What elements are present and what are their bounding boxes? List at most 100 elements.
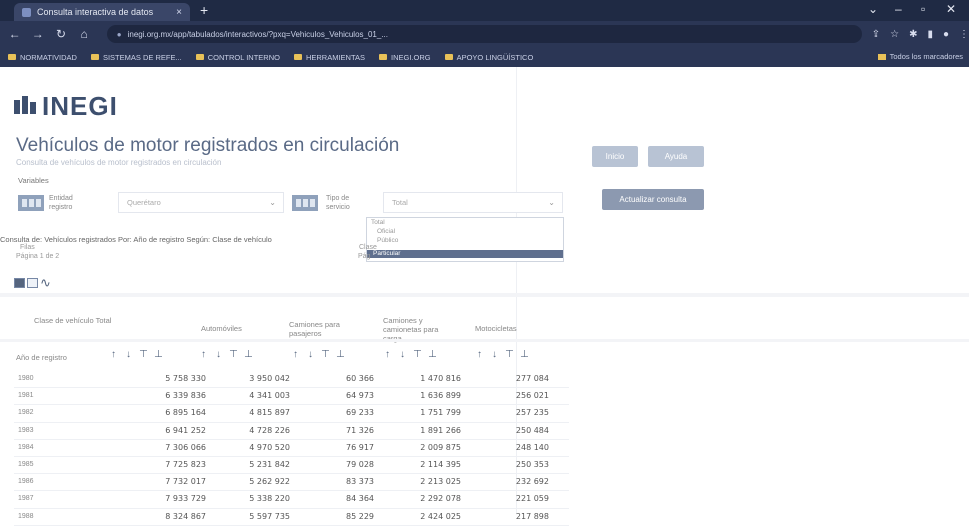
tipo-servicio-dropdown: Total Oficial Público Particular [366,217,564,262]
cell-autos: 3 950 042 [249,374,290,383]
table-view-icon[interactable] [14,278,25,288]
dropdown-option[interactable]: Total [371,219,385,226]
row-year: 1986 [18,478,34,486]
sort-desc-icon[interactable]: ↓ [303,349,318,360]
sort-desc-icon[interactable]: ↓ [121,349,136,360]
sort-controls-total: ↑ ↓ ⊤ ⊥ [106,349,166,360]
tab-close-icon[interactable]: × [176,7,182,18]
page-content: INEGI Vehículos de motor registrados en … [0,67,969,526]
folder-icon [877,53,886,60]
cell-total: 6 941 252 [165,425,206,435]
logo-icon [14,95,40,118]
var2-label: Tipo de servicio [326,195,350,211]
var1-label: Entidad registro [49,195,73,211]
home-icon[interactable]: ⌂ [76,27,93,41]
cell-autos: 4 815 897 [249,408,290,418]
cell-motos: 250 353 [515,460,549,469]
folder-icon [90,54,99,60]
favicon-icon [22,7,31,17]
sidepanel-icon[interactable]: ▮ [927,29,933,40]
bookmark-folder[interactable]: APOYO LINGÜÍSTICO [444,53,533,62]
sort-desc-icon[interactable]: ↓ [395,349,410,360]
cell-motos: 250 484 [515,425,549,435]
sort-asc-icon[interactable]: ↑ [380,349,395,360]
pagination[interactable]: Página 1 de 2 [16,253,59,260]
dropdown-option[interactable]: Público [377,237,398,244]
cell-carga: 2 292 078 [420,494,461,504]
cell-pasajeros: 69 233 [346,408,374,418]
extension-icon[interactable]: ✱ [909,29,917,40]
new-tab-button[interactable]: + [200,2,208,18]
browser-tab[interactable]: Consulta interactiva de datos × [14,3,190,21]
star-icon[interactable]: ☆ [890,29,899,40]
sort-desc-icon[interactable]: ↓ [487,349,502,360]
folder-icon [8,54,16,60]
sort-bottom-icon[interactable]: ⊥ [333,349,348,360]
table-row: 1988 8 324 867 5 597 735 85 229 2 424 025 217… [0,509,969,526]
clear-button[interactable]: Inicio [592,146,638,167]
separator [0,339,969,342]
bookmark-folder[interactable]: NORMATIVIDAD [8,53,77,62]
table-row: 1982 6 895 164 4 815 897 69 233 1 751 799 257… [0,405,969,422]
minimize-icon[interactable]: – [895,2,902,16]
sort-controls-motos: ↑ ↓ ⊤ ⊥ [472,349,532,360]
cell-motos: 257 235 [515,408,549,418]
sort-top-icon[interactable]: ⊤ [226,349,241,360]
update-query-button[interactable]: Actualizar consulta [602,189,704,210]
bookmark-folder[interactable]: HERRAMIENTAS [293,53,365,62]
sort-top-icon[interactable]: ⊤ [410,349,425,360]
entidad-select[interactable]: Querétaro ⌄ [118,192,284,213]
query-description: Consulta de: Vehículos registrados Por: … [0,235,272,244]
bookmark-folder[interactable]: INEGI.ORG [379,53,431,62]
close-window-icon[interactable]: ✕ [946,2,956,16]
folder-icon [195,54,204,60]
table-variable-icon [292,195,318,211]
cell-total: 7 933 729 [165,494,206,504]
variables-label: Variables [18,176,49,185]
sort-top-icon[interactable]: ⊤ [318,349,333,360]
cell-carga: 2 009 875 [420,442,461,452]
line-chart-icon[interactable]: ∿ [40,275,51,291]
logo-text: INEGI [42,91,118,121]
bookmark-folder[interactable]: SISTEMAS DE REFE... [90,53,182,62]
cell-total: 7 725 823 [165,460,206,469]
tab-search-icon[interactable]: ⌄ [868,2,878,16]
inegi-logo[interactable]: INEGI [14,91,118,122]
dropdown-option[interactable]: Oficial [377,228,395,235]
bookmark-folder[interactable]: CONTROL INTERNO [195,53,280,62]
sort-bottom-icon[interactable]: ⊥ [241,349,256,360]
table-row: 1985 7 725 823 5 231 842 79 028 2 114 395 250… [0,457,969,474]
sort-desc-icon[interactable]: ↓ [211,349,226,360]
cell-motos: 277 084 [515,374,549,383]
sort-top-icon[interactable]: ⊤ [136,349,151,360]
sort-asc-icon[interactable]: ↑ [472,349,487,360]
all-bookmarks[interactable]: Todos los marcadores [877,52,963,61]
cell-autos: 5 262 922 [249,477,290,487]
cell-pasajeros: 76 917 [346,442,374,452]
tipo-servicio-select[interactable]: Total ⌄ [383,192,563,213]
sort-asc-icon[interactable]: ↑ [288,349,303,360]
cell-autos: 4 341 003 [249,391,290,401]
cell-carga: 1 470 816 [420,374,461,383]
rows-label: Filas [20,244,35,251]
menu-icon[interactable]: ⋮ [959,29,969,40]
maximize-icon[interactable]: ▫ [921,2,925,16]
sort-top-icon[interactable]: ⊤ [502,349,517,360]
cell-carga: 1 636 899 [420,391,461,401]
share-icon[interactable]: ⇪ [872,29,880,40]
sort-bottom-icon[interactable]: ⊥ [151,349,166,360]
reload-icon[interactable]: ↻ [52,27,69,41]
dropdown-option-selected[interactable]: Particular [367,250,563,258]
chart-view-icon[interactable] [27,278,38,288]
sort-bottom-icon[interactable]: ⊥ [517,349,532,360]
sort-asc-icon[interactable]: ↑ [196,349,211,360]
back-icon[interactable]: ← [6,27,23,41]
forward-icon[interactable]: → [29,27,46,41]
sort-bottom-icon[interactable]: ⊥ [425,349,440,360]
sort-asc-icon[interactable]: ↑ [106,349,121,360]
url-field[interactable]: ● inegi.org.mx/app/tabulados/interactivo… [106,25,862,43]
url-text: inegi.org.mx/app/tabulados/interactivos/… [127,29,388,39]
help-button[interactable]: Ayuda [648,146,704,167]
col-header-pasajeros: Camiones para pasajeros [289,320,340,338]
profile-icon[interactable]: ● [943,29,949,40]
